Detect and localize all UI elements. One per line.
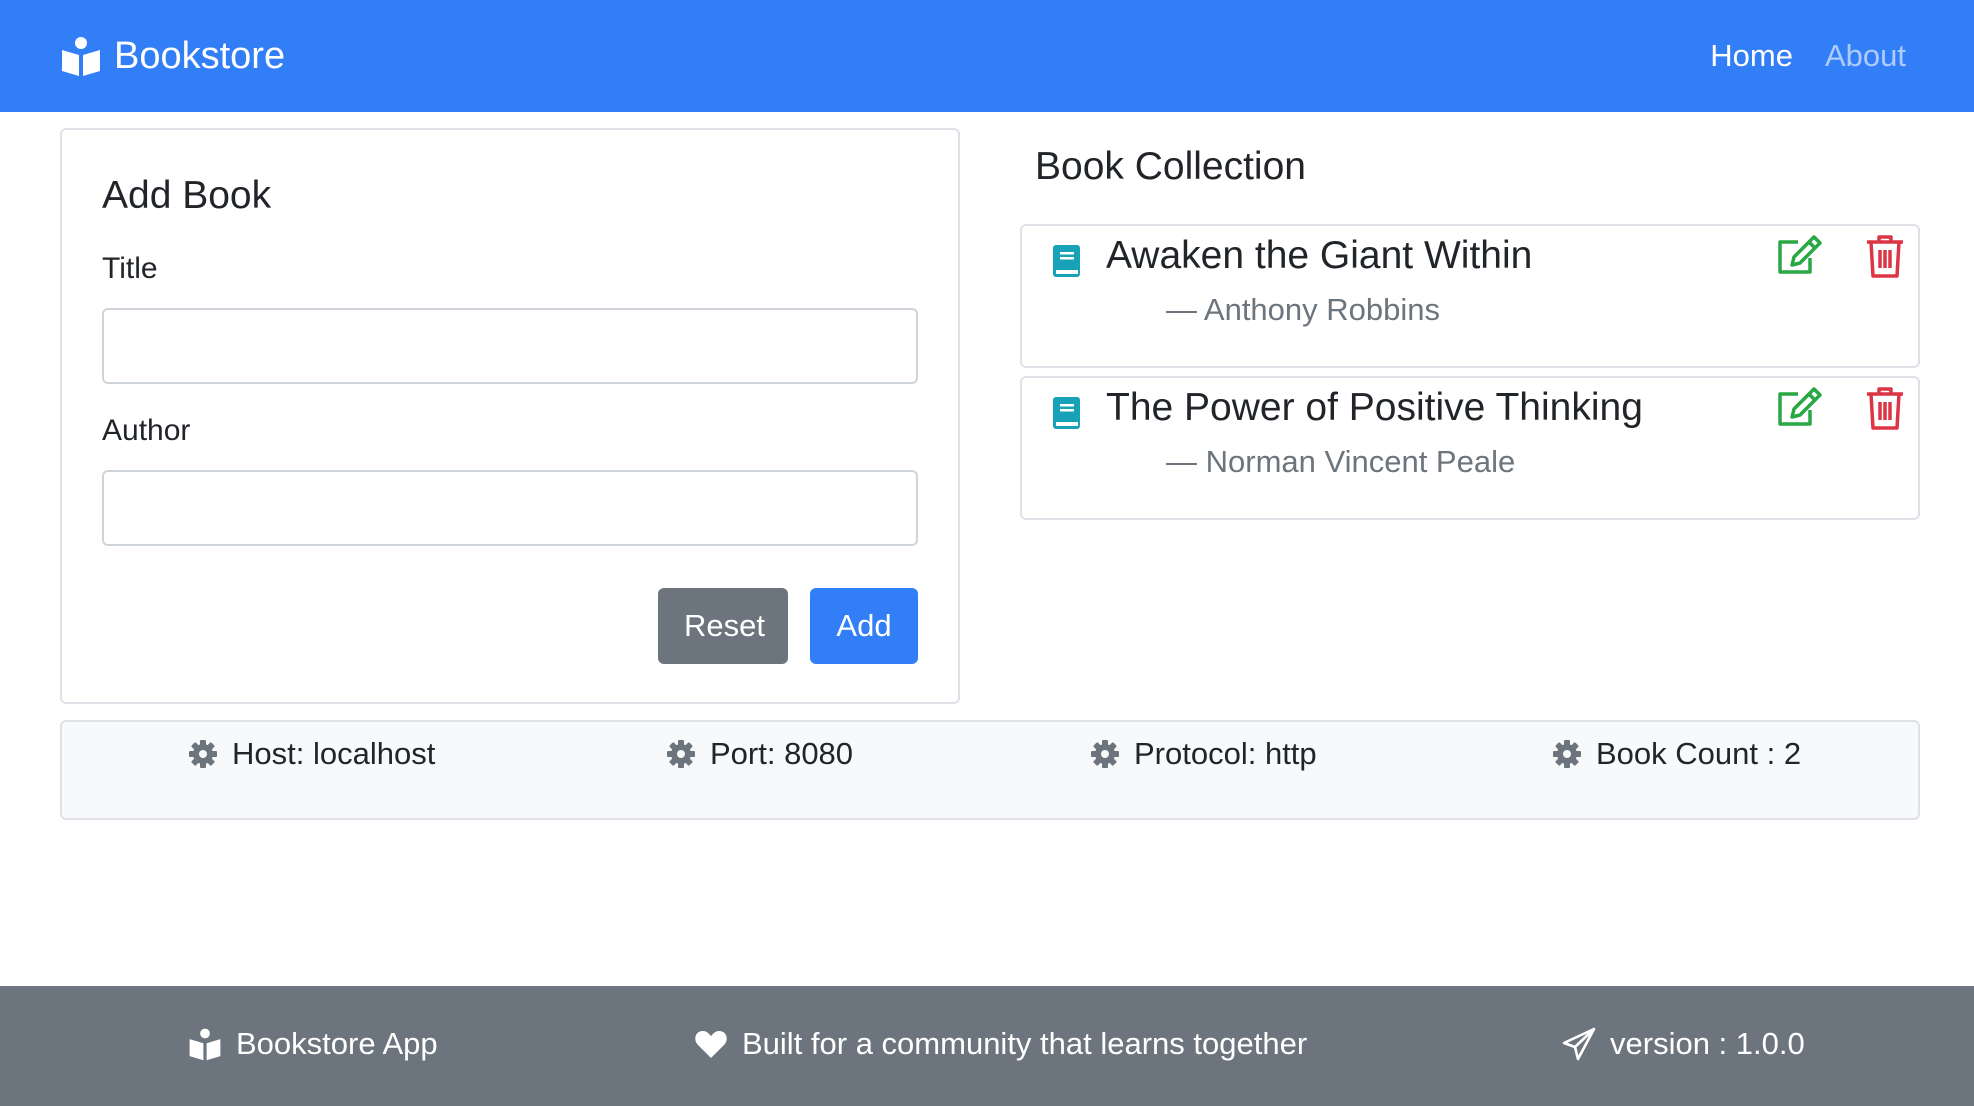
footer-tagline-text: Built for a community that learns togeth… [742, 1026, 1308, 1061]
reset-button[interactable]: Reset [658, 588, 788, 664]
nav-link-about[interactable]: About [1825, 38, 1906, 74]
book-title: The Power of Positive Thinking [1106, 386, 1643, 429]
server-info-bar: Host: localhost Port: 8080 Protocol: htt… [60, 720, 1920, 820]
nav-link-home[interactable]: Home [1710, 38, 1793, 74]
book-list-item: The Power of Positive Thinking — Norman … [1020, 376, 1920, 520]
host-text: Host: localhost [232, 736, 436, 771]
nav-links: Home About [1710, 38, 1906, 74]
title-label: Title [102, 252, 158, 285]
cog-icon [189, 740, 217, 768]
protocol-info: Protocol: http [1090, 736, 1317, 772]
cog-icon [1553, 740, 1581, 768]
heart-icon [695, 1031, 727, 1058]
book-icon [1052, 396, 1082, 430]
port-info: Port: 8080 [666, 736, 853, 772]
book-author: — Norman Vincent Peale [1166, 444, 1516, 479]
brand-name: Bookstore [114, 34, 286, 77]
footer-app-name: Bookstore App [236, 1026, 438, 1061]
collection-heading: Book Collection [1035, 145, 1306, 188]
book-count-text: Book Count : 2 [1596, 736, 1802, 771]
book-list-item: Awaken the Giant Within — Anthony Robbin… [1020, 224, 1920, 368]
brand-link[interactable]: Bookstore [60, 35, 285, 78]
book-title: Awaken the Giant Within [1106, 234, 1533, 277]
open-book-reader-icon [60, 35, 102, 77]
form-buttons: Reset Add [658, 588, 918, 664]
footer: Bookstore App Built for a community that… [0, 986, 1974, 1106]
edit-icon[interactable] [1776, 386, 1822, 430]
host-info: Host: localhost [188, 736, 435, 772]
trash-icon[interactable] [1862, 386, 1908, 430]
navbar: Bookstore Home About [0, 0, 1974, 112]
footer-version-text: version : 1.0.0 [1610, 1026, 1805, 1061]
add-book-heading: Add Book [102, 174, 272, 217]
cog-icon [667, 740, 695, 768]
footer-tagline: Built for a community that learns togeth… [694, 1026, 1307, 1062]
cog-icon [1091, 740, 1119, 768]
author-input[interactable] [102, 470, 918, 546]
footer-version: version : 1.0.0 [1562, 1026, 1805, 1062]
author-label: Author [102, 414, 191, 447]
port-text: Port: 8080 [710, 736, 854, 771]
paper-plane-icon [1562, 1027, 1596, 1061]
footer-app: Bookstore App [188, 1026, 438, 1062]
book-count-info: Book Count : 2 [1552, 736, 1801, 772]
open-book-reader-icon [189, 1028, 221, 1061]
title-input[interactable] [102, 308, 918, 384]
edit-icon[interactable] [1776, 234, 1822, 278]
book-icon [1052, 244, 1082, 278]
add-book-card: Add Book Title Author Reset Add [60, 128, 960, 704]
book-author: — Anthony Robbins [1166, 292, 1441, 327]
trash-icon[interactable] [1862, 234, 1908, 278]
protocol-text: Protocol: http [1134, 736, 1317, 771]
add-button[interactable]: Add [810, 588, 918, 664]
